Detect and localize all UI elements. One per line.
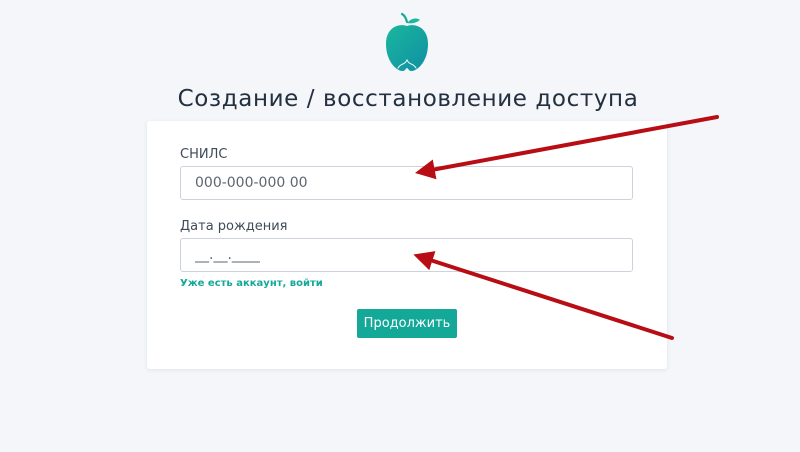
login-link[interactable]: Уже есть аккаунт, войти bbox=[180, 278, 323, 289]
page-title: Создание / восстановление доступа bbox=[177, 86, 639, 112]
apple-logo-icon bbox=[386, 12, 428, 72]
birth-date-label: Дата рождения bbox=[180, 219, 288, 234]
snils-label: СНИЛС bbox=[180, 147, 228, 162]
continue-button[interactable]: Продолжить bbox=[357, 309, 457, 338]
birth-date-input[interactable] bbox=[180, 238, 633, 272]
snils-input[interactable] bbox=[180, 166, 633, 200]
access-form-card: СНИЛС Дата рождения Уже есть аккаунт, во… bbox=[147, 121, 667, 369]
